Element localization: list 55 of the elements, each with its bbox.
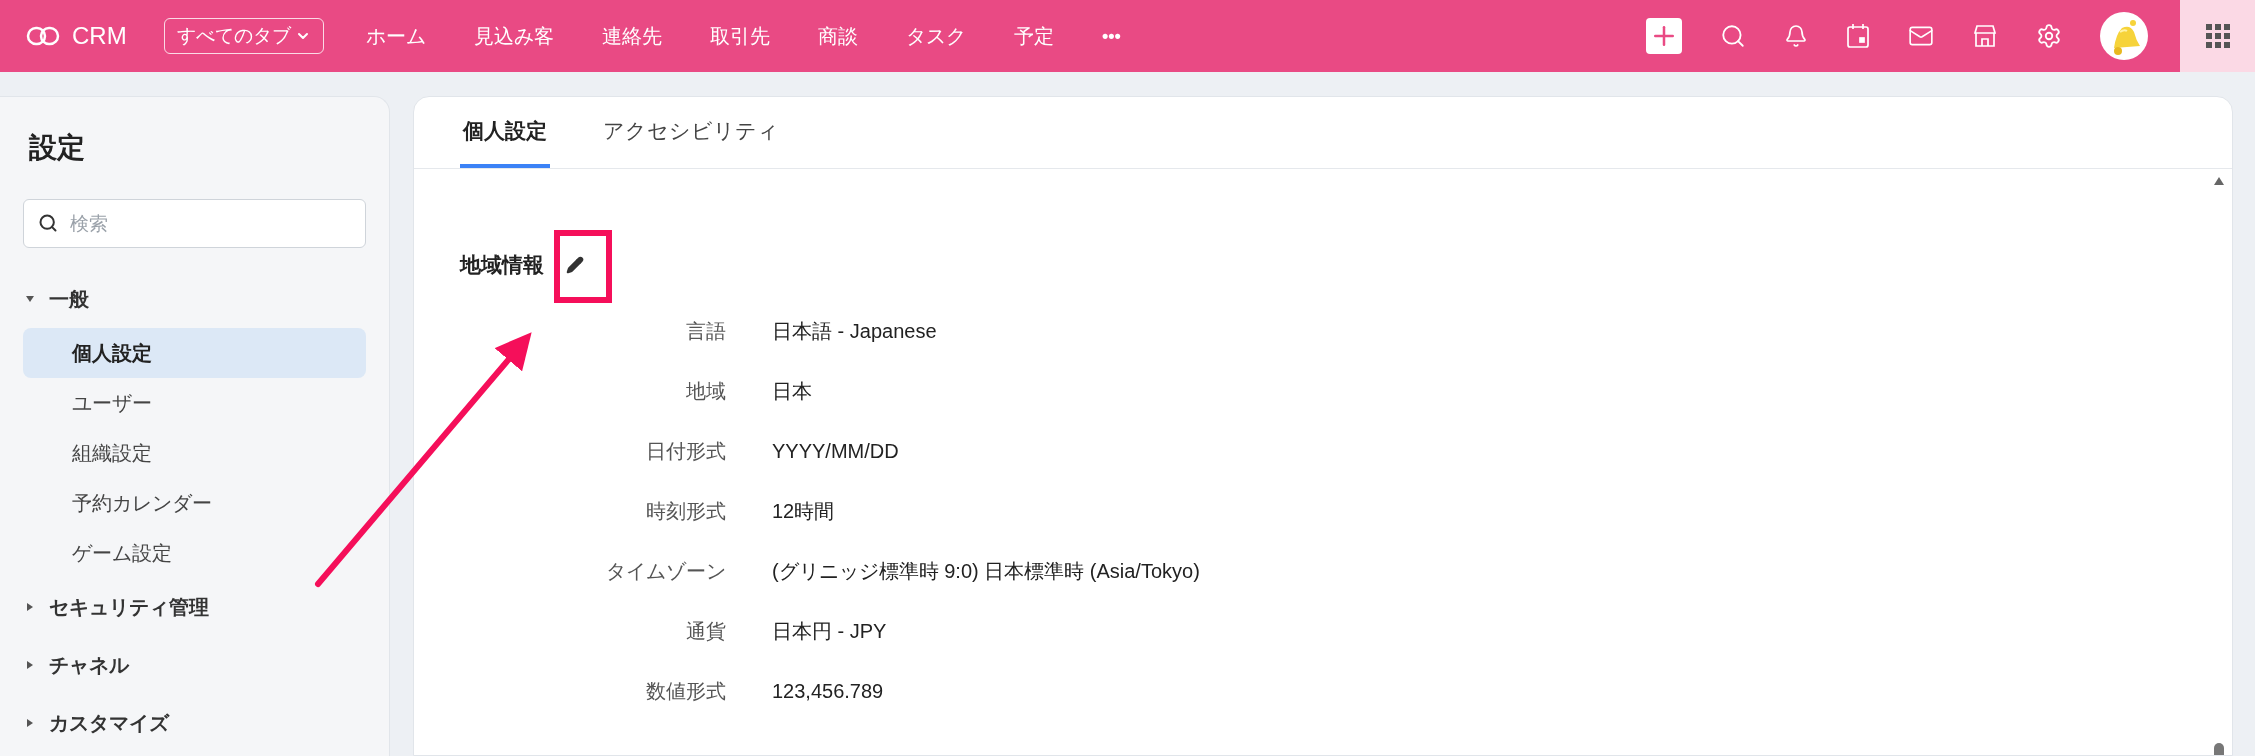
caret-right-icon[interactable]: [25, 602, 35, 612]
store-icon[interactable]: [1972, 23, 1998, 49]
sidebar-group[interactable]: カスタマイズ: [23, 694, 366, 752]
nav-tab[interactable]: 連絡先: [602, 21, 662, 51]
search-icon: [38, 213, 58, 233]
sidebar-item[interactable]: 組織設定: [23, 428, 366, 478]
sidebar-title: 設定: [28, 131, 86, 165]
nav-tab[interactable]: ホーム: [366, 21, 426, 51]
search-field[interactable]: 検索: [23, 199, 366, 248]
field-value: 日本: [772, 379, 812, 404]
field-value: 123,456.789: [772, 679, 884, 704]
sidebar-item[interactable]: 個人設定: [23, 328, 366, 378]
settings-icon[interactable]: [2036, 23, 2062, 49]
nav-tab[interactable]: 見込み客: [474, 21, 554, 51]
search-icon[interactable]: [1720, 23, 1746, 49]
field-label: 言語: [685, 319, 726, 344]
logo-icon: [26, 24, 60, 48]
nav-tab[interactable]: 予定: [1014, 21, 1054, 51]
field-label: 数値形式: [645, 679, 726, 704]
scroll-thumb[interactable]: [2214, 743, 2224, 755]
caret-right-icon[interactable]: [25, 660, 35, 670]
more-button[interactable]: •••: [1102, 22, 1121, 50]
field-label: タイムゾーン: [605, 559, 726, 584]
section-title: 地域情報: [460, 252, 544, 279]
nav-tab[interactable]: 商談: [818, 21, 858, 51]
tab[interactable]: 個人設定: [460, 97, 550, 168]
sidebar-item[interactable]: ユーザー: [23, 378, 366, 428]
field-label: 地域: [685, 379, 726, 404]
caret-down-icon[interactable]: [25, 294, 35, 304]
field-label: 時刻形式: [645, 499, 726, 524]
apps-button[interactable]: [2180, 0, 2255, 72]
tab-menu-dropdown[interactable]: すべてのタブ: [164, 18, 324, 54]
field-value: 12時間: [772, 499, 835, 524]
nav-tab[interactable]: タスク: [906, 21, 966, 51]
field-value: 日本円 - JPY: [772, 619, 887, 644]
sidebar-item[interactable]: ゲーム設定: [23, 528, 366, 578]
calendar-icon[interactable]: [1846, 23, 1870, 49]
nav-tab[interactable]: 取引先: [710, 21, 770, 51]
sidebar-group[interactable]: チャネル: [23, 636, 366, 694]
sidebar-group[interactable]: 一般: [23, 270, 366, 328]
field-label: 日付形式: [645, 439, 726, 464]
sidebar-group[interactable]: セキュリティ管理: [23, 578, 366, 636]
grid-icon: [2205, 24, 2230, 48]
field-value: 日本語 - Japanese: [772, 319, 937, 344]
field-value: (グリニッジ標準時 9:0) 日本標準時 (Asia/Tokyo): [772, 559, 1200, 584]
field-label: 通貨: [685, 619, 726, 644]
sidebar-item[interactable]: 予約カレンダー: [23, 478, 366, 528]
scroll-up-icon[interactable]: [2214, 177, 2224, 185]
bell-icon[interactable]: [1784, 24, 1808, 48]
app-name: CRM: [72, 21, 127, 51]
caret-right-icon[interactable]: [25, 718, 35, 728]
field-value: YYYY/MM/DD: [772, 439, 899, 464]
tab[interactable]: アクセシビリティ: [600, 97, 782, 168]
edit-icon[interactable]: [566, 256, 584, 274]
add-button[interactable]: [1646, 18, 1682, 54]
